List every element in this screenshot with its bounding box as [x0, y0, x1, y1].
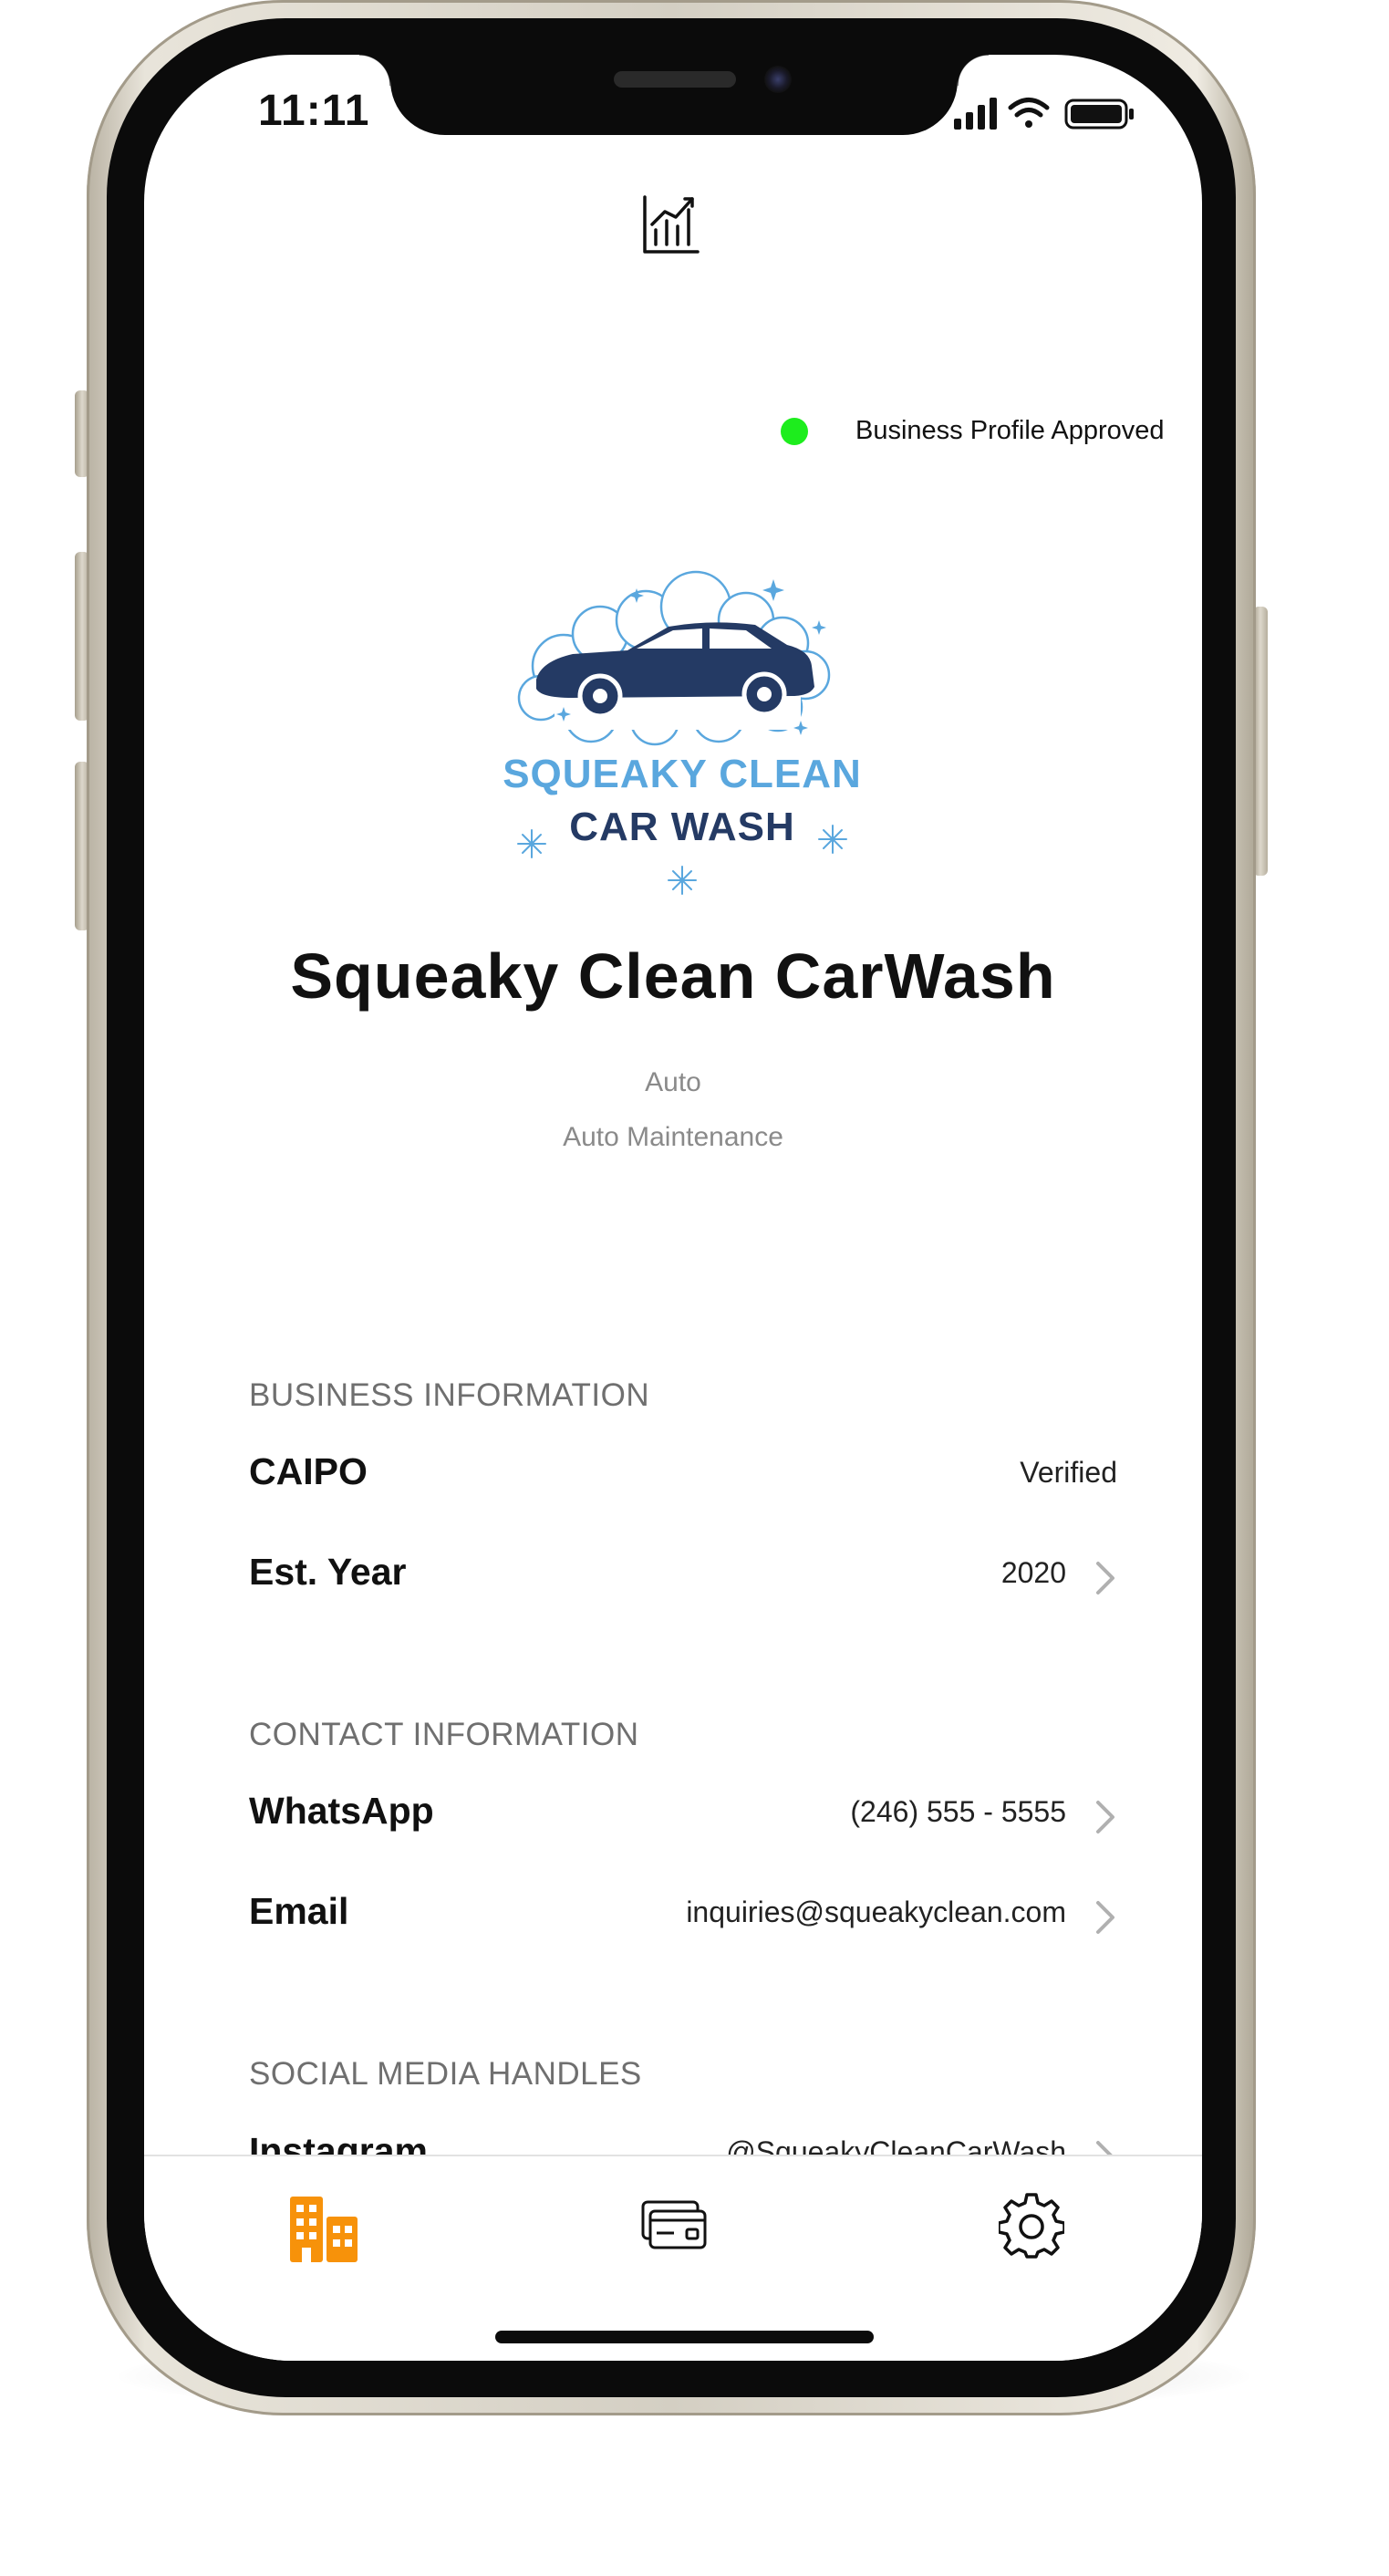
- analytics-chart-icon[interactable]: [641, 192, 701, 255]
- chevron-right-icon: [1096, 1562, 1114, 1594]
- row-whatsapp[interactable]: WhatsApp (246) 555 - 5555: [249, 1790, 1117, 1844]
- row-email[interactable]: Email inquiries@squeakyclean.com: [249, 1890, 1117, 1945]
- row-est-year[interactable]: Est. Year 2020: [249, 1551, 1117, 1605]
- business-subcategory: Auto Maintenance: [563, 1122, 783, 1152]
- front-camera: [764, 66, 792, 93]
- section-header-social-media: SOCIAL MEDIA HANDLES: [249, 2056, 642, 2092]
- business-logo: SQUEAKY CLEAN CAR WASH: [503, 570, 862, 895]
- business-buildings-icon[interactable]: [290, 2193, 358, 2262]
- business-category: Auto: [645, 1067, 701, 1097]
- gear-icon[interactable]: [999, 2193, 1064, 2259]
- row-label: Email: [249, 1890, 349, 1932]
- earpiece-speaker: [614, 71, 736, 88]
- row-label: CAIPO: [249, 1450, 368, 1492]
- wifi-icon: [1008, 98, 1050, 128]
- status-icons: [954, 98, 1134, 130]
- row-caipo: CAIPO Verified: [249, 1450, 1117, 1505]
- home-indicator[interactable]: [495, 2331, 874, 2343]
- approval-status-text: Business Profile Approved: [855, 416, 1165, 445]
- section-header-business-information: BUSINESS INFORMATION: [249, 1377, 650, 1413]
- section-header-contact-information: CONTACT INFORMATION: [249, 1717, 639, 1752]
- business-name: Squeaky Clean CarWash: [290, 940, 1056, 1012]
- status-time: 11:11: [258, 87, 370, 135]
- cards-icon[interactable]: [641, 2200, 707, 2251]
- cellular-signal-icon: [954, 98, 997, 130]
- row-label: WhatsApp: [249, 1790, 434, 1832]
- row-value: (246) 555 - 5555: [850, 1795, 1066, 1828]
- logo-text-line1: SQUEAKY CLEAN: [503, 752, 862, 796]
- phone-screen: 11:11 Business Profile Approved SQUEAKY …: [144, 55, 1202, 2361]
- row-value: Verified: [1020, 1456, 1117, 1489]
- row-value: 2020: [1000, 1556, 1066, 1589]
- chevron-right-icon: [1096, 1801, 1114, 1833]
- approval-status-dot: [781, 418, 808, 445]
- logo-text-line2: CAR WASH: [569, 805, 795, 849]
- chevron-right-icon: [1096, 1901, 1114, 1934]
- battery-icon: [1064, 99, 1134, 130]
- notch: [359, 55, 989, 135]
- row-label: Est. Year: [249, 1551, 407, 1593]
- row-value: inquiries@squeakyclean.com: [686, 1896, 1066, 1928]
